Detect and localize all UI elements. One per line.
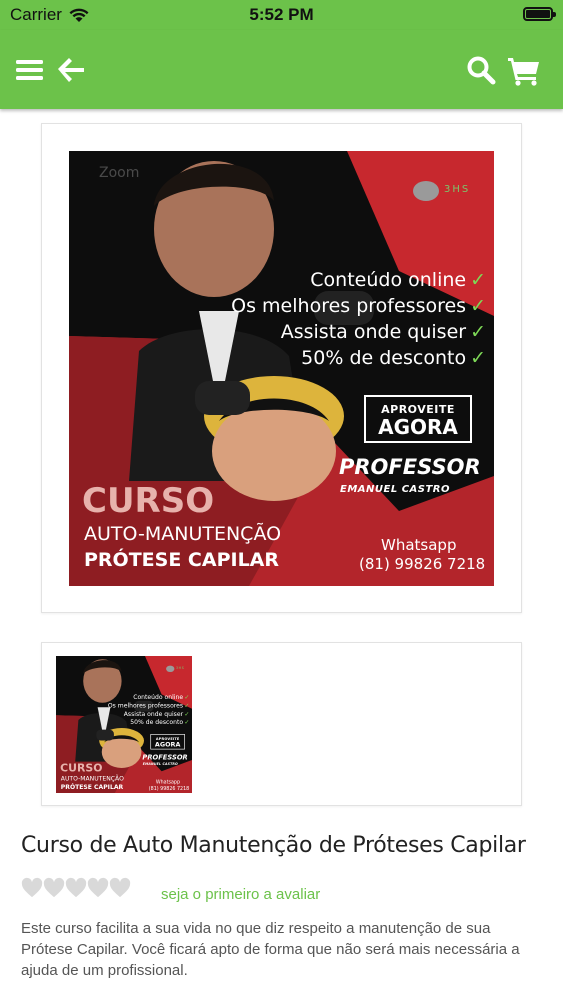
ad-cta-box: APROVEITE AGORA (150, 734, 185, 750)
brand-logo-text: 3HS (176, 666, 185, 671)
check-icon: ✓ (184, 718, 190, 726)
heart-icon[interactable] (43, 877, 65, 899)
search-icon[interactable] (465, 54, 497, 86)
ad-feature-line: 50% de desconto✓ (130, 718, 190, 726)
ad-whatsapp-label: Whatsapp (155, 779, 180, 785)
ad-professor-name: EMANUEL CASTRO (142, 762, 178, 767)
ad-auto-label: AUTO-MANUTENÇÃO (60, 775, 124, 783)
check-icon: ✓ (470, 269, 486, 291)
ad-feature-line: 50% de desconto✓ (301, 347, 486, 369)
rate-first-link[interactable]: seja o primeiro a avaliar (161, 886, 320, 903)
ad-phone: (81) 99826 7218 (148, 785, 190, 792)
ad-phone: (81) 99826 7218 (359, 555, 486, 573)
ad-curso-label: CURSO (60, 761, 103, 775)
battery-icon (523, 7, 556, 21)
ad-professor-label: PROFESSOR (339, 455, 481, 479)
status-bar: Carrier 5:52 PM (0, 0, 563, 30)
check-icon: ✓ (184, 710, 190, 718)
brand-logo-icon (166, 665, 175, 672)
ad-protese-label: PRÓTESE CAPILAR (60, 783, 124, 791)
ad-whatsapp-label: Whatsapp (381, 536, 457, 554)
product-image-card: Zoom 3HS Conteúdo online ✓ Os melhores pr… (41, 123, 522, 613)
ad-professor-label: PROFESSOR (142, 753, 188, 761)
ad-auto-label: AUTO-MANUTENÇÃO (84, 523, 282, 545)
ad-protese-label: PRÓTESE CAPILAR (84, 549, 280, 571)
thumbnail-image[interactable]: 3HS Conteúdo online✓ Os melhores profess… (56, 656, 192, 793)
ad-feature-line: Conteúdo online✓ (133, 693, 190, 701)
back-arrow-icon[interactable] (54, 54, 86, 86)
heart-icon[interactable] (21, 877, 43, 899)
check-icon: ✓ (184, 693, 190, 701)
ad-feature-line: Assista onde quiser✓ (280, 321, 486, 343)
menu-icon[interactable] (14, 54, 46, 86)
heart-icon[interactable] (87, 877, 109, 899)
check-icon: ✓ (470, 295, 486, 317)
rating-hearts[interactable] (21, 877, 131, 899)
zoom-watermark: Zoom (99, 165, 140, 181)
check-icon: ✓ (184, 702, 190, 710)
heart-icon[interactable] (109, 877, 131, 899)
thumbnail-gallery: 3HS Conteúdo online✓ Os melhores profess… (41, 642, 522, 806)
ad-feature-line: Conteúdo online✓ (310, 269, 486, 291)
ad-curso-label: CURSO (82, 481, 215, 521)
status-time: 5:52 PM (249, 5, 314, 24)
product-title: Curso de Auto Manutenção de Próteses Cap… (21, 833, 526, 858)
ad-feature-line: Assista onde quiser✓ (123, 710, 190, 718)
brand-logo-icon (413, 181, 439, 201)
product-image[interactable]: Zoom 3HS Conteúdo online ✓ Os melhores pr… (69, 151, 494, 586)
app-header (0, 30, 563, 109)
cart-icon[interactable] (507, 54, 541, 86)
check-icon: ✓ (470, 321, 486, 343)
ad-cta-box: APROVEITE AGORA (364, 395, 472, 443)
check-icon: ✓ (470, 347, 486, 369)
ad-professor-name: EMANUEL CASTRO (340, 484, 450, 495)
ad-feature-line: Os melhores professores✓ (107, 702, 190, 710)
ad-feature-line: Os melhores professores✓ (231, 295, 486, 317)
heart-icon[interactable] (65, 877, 87, 899)
product-description: Este curso facilita a sua vida no que di… (21, 920, 520, 979)
brand-logo-text: 3HS (444, 184, 471, 195)
